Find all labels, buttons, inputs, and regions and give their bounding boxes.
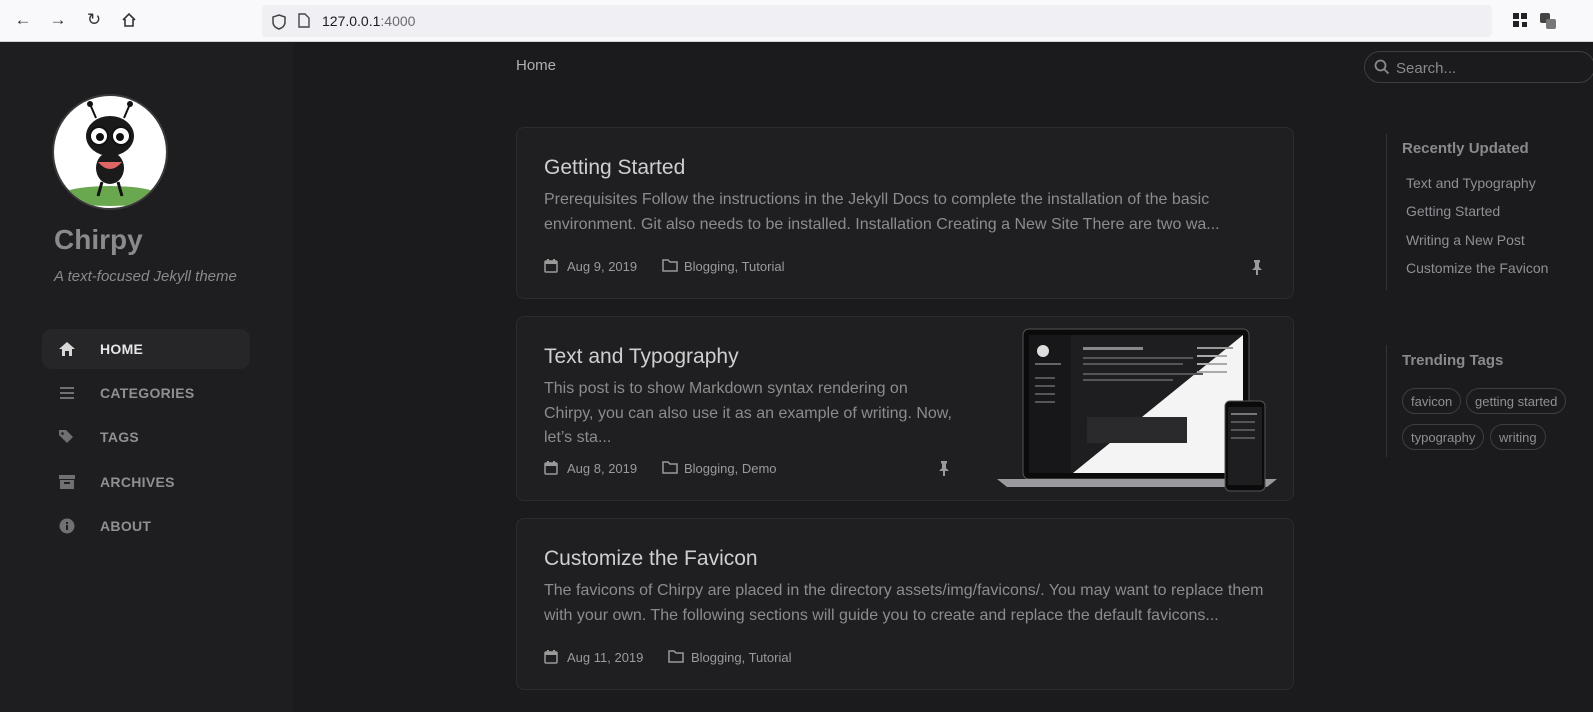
ant-logo-icon (60, 101, 160, 206)
calendar-icon (544, 461, 558, 475)
reload-icon[interactable]: ↻ (84, 10, 104, 30)
tag-chip[interactable]: favicon (1402, 388, 1462, 414)
post-date: Aug 9, 2019 (567, 259, 638, 274)
url-port: :4000 (380, 13, 416, 29)
folder-icon (662, 461, 678, 474)
panel-divider (1386, 134, 1387, 290)
sidebar-item-archives[interactable]: ARCHIVES (42, 462, 250, 502)
calendar-icon (544, 259, 558, 273)
post-excerpt: Prerequisites Follow the instructions in… (544, 191, 1220, 233)
list-icon (60, 387, 74, 399)
post-categories[interactable]: Blogging, Tutorial (684, 259, 784, 274)
folder-icon (668, 650, 684, 663)
url-text[interactable]: 127.0.0.1:4000 (322, 13, 415, 29)
post-excerpt: The favicons of Chirpy are placed in the… (544, 582, 1264, 624)
home-icon (59, 342, 75, 356)
breadcrumb: Home (516, 57, 557, 74)
post-excerpt: This post is to show Markdown syntax ren… (544, 380, 952, 446)
sidebar-item-label: ABOUT (100, 518, 152, 534)
sidebar-item-label: CATEGORIES (100, 385, 195, 401)
tag-chip[interactable]: typography (1402, 424, 1485, 450)
shield-icon[interactable] (272, 14, 286, 30)
pin-icon (939, 461, 949, 476)
recent-post-link[interactable]: Writing a New Post (1406, 232, 1525, 248)
recent-post-link[interactable]: Getting Started (1406, 203, 1500, 219)
tag-chip[interactable]: writing (1490, 424, 1546, 450)
panel-divider (1386, 345, 1387, 457)
page-icon (298, 13, 310, 28)
qr-extension-icon[interactable] (1512, 12, 1528, 28)
calendar-icon (544, 650, 558, 664)
trending-tags-title: Trending Tags (1402, 352, 1504, 369)
devices-preview-image (997, 328, 1277, 492)
folder-icon (662, 259, 678, 272)
post-categories[interactable]: Blogging, Tutorial (691, 650, 791, 665)
post-title[interactable]: Customize the Favicon (544, 547, 758, 571)
pin-icon (1252, 260, 1262, 275)
post-card[interactable]: Text and Typography This post is to show… (516, 316, 1294, 501)
address-bar[interactable]: 127.0.0.1:4000 (262, 5, 1492, 37)
recently-updated-title: Recently Updated (1402, 140, 1529, 157)
post-card[interactable]: Customize the Favicon The favicons of Ch… (516, 518, 1294, 690)
post-categories[interactable]: Blogging, Demo (684, 461, 777, 476)
sidebar-item-label: TAGS (100, 429, 140, 445)
post-card[interactable]: Getting Started Prerequisites Follow the… (516, 127, 1294, 299)
sidebar-item-about[interactable]: ABOUT (42, 506, 250, 546)
archive-icon (59, 475, 75, 489)
home-browser-icon[interactable] (119, 10, 139, 30)
back-icon[interactable]: ← (13, 10, 33, 30)
site-title[interactable]: Chirpy (54, 224, 143, 256)
info-icon (59, 518, 75, 534)
forward-icon[interactable]: → (48, 10, 68, 30)
browser-toolbar: ← → ↻ 127.0.0.1:4000 (0, 0, 1593, 42)
tag-chip[interactable]: getting started (1466, 388, 1567, 414)
translate-extension-icon[interactable] (1539, 12, 1557, 30)
url-host: 127.0.0.1 (322, 13, 381, 29)
search-icon (1374, 59, 1390, 75)
recent-post-link[interactable]: Text and Typography (1406, 175, 1536, 191)
search-input[interactable] (1394, 57, 1578, 79)
post-date: Aug 11, 2019 (567, 650, 644, 665)
sidebar-item-home[interactable]: HOME (42, 329, 250, 369)
sidebar-item-tags[interactable]: TAGS (42, 417, 250, 457)
sidebar-item-label: ARCHIVES (100, 474, 175, 490)
site-subtitle: A text-focused Jekyll theme (54, 268, 237, 285)
sidebar-item-categories[interactable]: CATEGORIES (42, 373, 250, 413)
tags-icon (59, 430, 73, 443)
avatar[interactable] (52, 94, 168, 210)
search-box[interactable] (1364, 51, 1593, 83)
sidebar-item-label: HOME (100, 341, 144, 357)
post-date: Aug 8, 2019 (567, 461, 638, 476)
post-title[interactable]: Getting Started (544, 156, 685, 180)
post-title[interactable]: Text and Typography (544, 345, 739, 369)
recent-post-link[interactable]: Customize the Favicon (1406, 260, 1548, 276)
